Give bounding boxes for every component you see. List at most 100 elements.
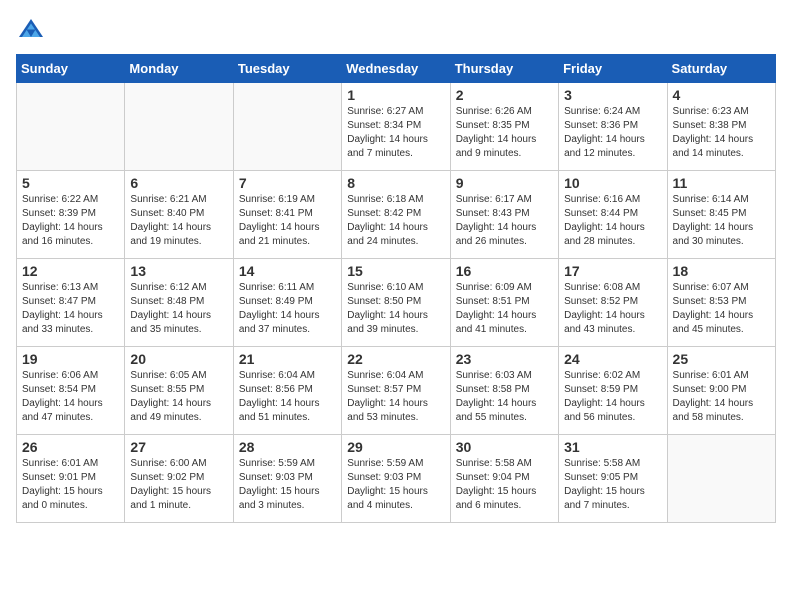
week-row-0: 1 Sunrise: 6:27 AM Sunset: 8:34 PM Daylig… <box>17 83 776 171</box>
day-number: 4 <box>673 87 770 103</box>
calendar-cell: 13 Sunrise: 6:12 AM Sunset: 8:48 PM Dayli… <box>125 259 233 347</box>
cell-info: Sunrise: 6:26 AM Sunset: 8:35 PM Dayligh… <box>456 105 553 161</box>
day-number: 2 <box>456 87 553 103</box>
cell-info: Sunrise: 6:09 AM Sunset: 8:51 PM Dayligh… <box>456 281 553 337</box>
day-number: 6 <box>130 175 227 191</box>
day-number: 8 <box>347 175 444 191</box>
cell-info: Sunrise: 6:21 AM Sunset: 8:40 PM Dayligh… <box>130 193 227 249</box>
day-number: 1 <box>347 87 444 103</box>
cell-info: Sunrise: 5:59 AM Sunset: 9:03 PM Dayligh… <box>239 457 336 513</box>
cell-info: Sunrise: 6:04 AM Sunset: 8:56 PM Dayligh… <box>239 369 336 425</box>
week-row-4: 26 Sunrise: 6:01 AM Sunset: 9:01 PM Dayli… <box>17 435 776 523</box>
cell-info: Sunrise: 6:22 AM Sunset: 8:39 PM Dayligh… <box>22 193 119 249</box>
calendar-cell: 23 Sunrise: 6:03 AM Sunset: 8:58 PM Dayli… <box>450 347 558 435</box>
cell-info: Sunrise: 6:17 AM Sunset: 8:43 PM Dayligh… <box>456 193 553 249</box>
calendar-cell: 18 Sunrise: 6:07 AM Sunset: 8:53 PM Dayli… <box>667 259 775 347</box>
calendar-cell: 20 Sunrise: 6:05 AM Sunset: 8:55 PM Dayli… <box>125 347 233 435</box>
day-number: 31 <box>564 439 661 455</box>
calendar-cell: 2 Sunrise: 6:26 AM Sunset: 8:35 PM Daylig… <box>450 83 558 171</box>
cell-info: Sunrise: 6:18 AM Sunset: 8:42 PM Dayligh… <box>347 193 444 249</box>
cell-info: Sunrise: 6:16 AM Sunset: 8:44 PM Dayligh… <box>564 193 661 249</box>
week-row-1: 5 Sunrise: 6:22 AM Sunset: 8:39 PM Daylig… <box>17 171 776 259</box>
calendar-cell: 24 Sunrise: 6:02 AM Sunset: 8:59 PM Dayli… <box>559 347 667 435</box>
header-row: SundayMondayTuesdayWednesdayThursdayFrid… <box>17 55 776 83</box>
header-sunday: Sunday <box>17 55 125 83</box>
day-number: 10 <box>564 175 661 191</box>
calendar-cell <box>125 83 233 171</box>
cell-info: Sunrise: 5:58 AM Sunset: 9:04 PM Dayligh… <box>456 457 553 513</box>
calendar-cell: 7 Sunrise: 6:19 AM Sunset: 8:41 PM Daylig… <box>233 171 341 259</box>
calendar-cell <box>667 435 775 523</box>
day-number: 27 <box>130 439 227 455</box>
calendar-cell: 15 Sunrise: 6:10 AM Sunset: 8:50 PM Dayli… <box>342 259 450 347</box>
day-number: 18 <box>673 263 770 279</box>
day-number: 5 <box>22 175 119 191</box>
day-number: 24 <box>564 351 661 367</box>
day-number: 12 <box>22 263 119 279</box>
day-number: 9 <box>456 175 553 191</box>
cell-info: Sunrise: 6:02 AM Sunset: 8:59 PM Dayligh… <box>564 369 661 425</box>
day-number: 7 <box>239 175 336 191</box>
calendar-cell: 5 Sunrise: 6:22 AM Sunset: 8:39 PM Daylig… <box>17 171 125 259</box>
page-header <box>16 16 776 46</box>
calendar-cell: 28 Sunrise: 5:59 AM Sunset: 9:03 PM Dayli… <box>233 435 341 523</box>
cell-info: Sunrise: 6:05 AM Sunset: 8:55 PM Dayligh… <box>130 369 227 425</box>
cell-info: Sunrise: 5:58 AM Sunset: 9:05 PM Dayligh… <box>564 457 661 513</box>
day-number: 30 <box>456 439 553 455</box>
cell-info: Sunrise: 6:03 AM Sunset: 8:58 PM Dayligh… <box>456 369 553 425</box>
cell-info: Sunrise: 6:12 AM Sunset: 8:48 PM Dayligh… <box>130 281 227 337</box>
header-friday: Friday <box>559 55 667 83</box>
day-number: 13 <box>130 263 227 279</box>
cell-info: Sunrise: 6:01 AM Sunset: 9:00 PM Dayligh… <box>673 369 770 425</box>
week-row-2: 12 Sunrise: 6:13 AM Sunset: 8:47 PM Dayli… <box>17 259 776 347</box>
cell-info: Sunrise: 6:19 AM Sunset: 8:41 PM Dayligh… <box>239 193 336 249</box>
day-number: 25 <box>673 351 770 367</box>
cell-info: Sunrise: 6:24 AM Sunset: 8:36 PM Dayligh… <box>564 105 661 161</box>
day-number: 19 <box>22 351 119 367</box>
day-number: 16 <box>456 263 553 279</box>
header-wednesday: Wednesday <box>342 55 450 83</box>
day-number: 11 <box>673 175 770 191</box>
cell-info: Sunrise: 6:00 AM Sunset: 9:02 PM Dayligh… <box>130 457 227 513</box>
day-number: 3 <box>564 87 661 103</box>
day-number: 20 <box>130 351 227 367</box>
cell-info: Sunrise: 6:10 AM Sunset: 8:50 PM Dayligh… <box>347 281 444 337</box>
cell-info: Sunrise: 6:01 AM Sunset: 9:01 PM Dayligh… <box>22 457 119 513</box>
calendar-cell: 27 Sunrise: 6:00 AM Sunset: 9:02 PM Dayli… <box>125 435 233 523</box>
calendar-cell <box>233 83 341 171</box>
calendar-cell: 29Sunrise: 5:59 AM Sunset: 9:03 PM Dayli… <box>342 435 450 523</box>
calendar-cell: 22Sunrise: 6:04 AM Sunset: 8:57 PM Dayli… <box>342 347 450 435</box>
header-tuesday: Tuesday <box>233 55 341 83</box>
cell-info: Sunrise: 6:04 AM Sunset: 8:57 PM Dayligh… <box>347 369 444 425</box>
day-number: 26 <box>22 439 119 455</box>
calendar-cell: 17Sunrise: 6:08 AM Sunset: 8:52 PM Dayli… <box>559 259 667 347</box>
day-number: 15 <box>347 263 444 279</box>
logo-icon <box>16 16 46 46</box>
calendar-cell: 30 Sunrise: 5:58 AM Sunset: 9:04 PM Dayli… <box>450 435 558 523</box>
day-number: 17 <box>564 263 661 279</box>
calendar-cell: 19Sunrise: 6:06 AM Sunset: 8:54 PM Dayli… <box>17 347 125 435</box>
day-number: 28 <box>239 439 336 455</box>
calendar-cell: 14 Sunrise: 6:11 AM Sunset: 8:49 PM Dayli… <box>233 259 341 347</box>
cell-info: Sunrise: 6:27 AM Sunset: 8:34 PM Dayligh… <box>347 105 444 161</box>
calendar-cell: 25 Sunrise: 6:01 AM Sunset: 9:00 PM Dayli… <box>667 347 775 435</box>
cell-info: Sunrise: 6:13 AM Sunset: 8:47 PM Dayligh… <box>22 281 119 337</box>
calendar-cell: 4 Sunrise: 6:23 AM Sunset: 8:38 PM Daylig… <box>667 83 775 171</box>
header-monday: Monday <box>125 55 233 83</box>
cell-info: Sunrise: 6:23 AM Sunset: 8:38 PM Dayligh… <box>673 105 770 161</box>
header-saturday: Saturday <box>667 55 775 83</box>
calendar-cell: 12 Sunrise: 6:13 AM Sunset: 8:47 PM Dayli… <box>17 259 125 347</box>
header-thursday: Thursday <box>450 55 558 83</box>
cell-info: Sunrise: 6:11 AM Sunset: 8:49 PM Dayligh… <box>239 281 336 337</box>
day-number: 21 <box>239 351 336 367</box>
calendar-cell: 1 Sunrise: 6:27 AM Sunset: 8:34 PM Daylig… <box>342 83 450 171</box>
day-number: 14 <box>239 263 336 279</box>
calendar-cell: 6 Sunrise: 6:21 AM Sunset: 8:40 PM Daylig… <box>125 171 233 259</box>
day-number: 23 <box>456 351 553 367</box>
calendar-cell: 8 Sunrise: 6:18 AM Sunset: 8:42 PM Daylig… <box>342 171 450 259</box>
calendar-cell: 31 Sunrise: 5:58 AM Sunset: 9:05 PM Dayli… <box>559 435 667 523</box>
calendar-cell: 26 Sunrise: 6:01 AM Sunset: 9:01 PM Dayli… <box>17 435 125 523</box>
calendar-cell <box>17 83 125 171</box>
week-row-3: 19Sunrise: 6:06 AM Sunset: 8:54 PM Dayli… <box>17 347 776 435</box>
cell-info: Sunrise: 6:07 AM Sunset: 8:53 PM Dayligh… <box>673 281 770 337</box>
